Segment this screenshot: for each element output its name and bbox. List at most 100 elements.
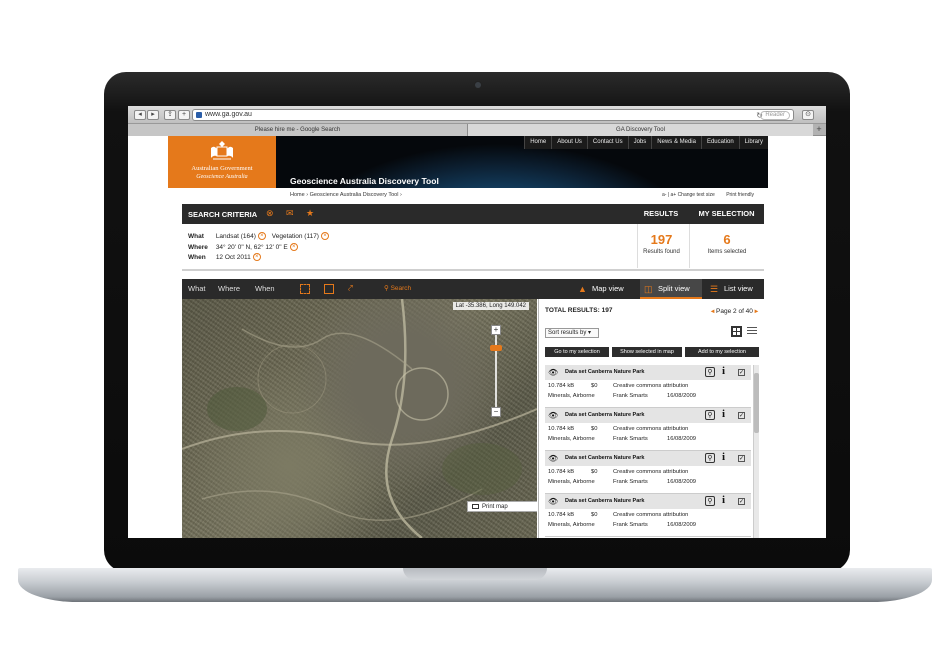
filter-where[interactable]: Where <box>218 279 240 299</box>
total-label: TOTAL RESULTS: <box>545 307 600 314</box>
list-view-icon[interactable] <box>747 327 757 336</box>
camera-icon <box>475 82 481 88</box>
criteria-when: When 12 Oct 2011 × <box>188 253 333 264</box>
result-title[interactable]: Data set Canberra Nature Park <box>565 412 644 418</box>
logo-line-2: Geoscience Australia <box>196 174 248 180</box>
forward-button[interactable]: ▸ <box>147 110 159 120</box>
result-card[interactable]: 👁 Data set Canberra Nature Park ⚲ i ✓ 10… <box>545 408 751 451</box>
eye-icon[interactable]: 👁 <box>548 454 558 463</box>
zoom-handle[interactable] <box>490 345 502 351</box>
result-card[interactable]: 👁 Data set Canberra Nature Park ⚲ i ✓ 10… <box>545 494 751 537</box>
go-to-selection-button[interactable]: Go to my selection <box>545 347 609 357</box>
satellite-map[interactable]: Lat -35.386, Long 149.042 + − Print map <box>182 299 537 538</box>
zoom-out-button[interactable]: − <box>491 407 501 417</box>
new-tab-button[interactable]: + <box>178 110 190 120</box>
gov-logo[interactable]: Australian Government Geoscience Austral… <box>168 136 276 188</box>
info-icon[interactable]: i <box>722 365 725 377</box>
remove-icon[interactable]: × <box>252 253 261 262</box>
sort-select[interactable]: Sort results by ▾ <box>545 328 599 338</box>
result-author: Frank Smarts <box>613 479 648 485</box>
browser-tab-active[interactable]: GA Discovery Tool <box>468 124 813 136</box>
map-view-button[interactable]: ▲ Map view <box>574 279 636 299</box>
polygon-icon[interactable] <box>324 284 334 294</box>
divider <box>182 269 764 271</box>
zoom-to-icon[interactable]: ⚲ <box>705 367 715 377</box>
filter-what[interactable]: What <box>188 279 206 299</box>
nav-jobs[interactable]: Jobs <box>627 136 652 149</box>
printer-icon <box>472 504 479 509</box>
nav-about[interactable]: About Us <box>551 136 587 149</box>
crest-icon <box>211 141 233 160</box>
nav-contact[interactable]: Contact Us <box>586 136 628 149</box>
breadcrumb-home[interactable]: Home <box>290 192 305 198</box>
result-card[interactable]: 👁 Data set Canberra Nature Park ⚲ i ✓ 10… <box>545 451 751 494</box>
remove-icon[interactable]: × <box>257 232 266 241</box>
info-icon[interactable]: i <box>722 494 725 506</box>
scroll-thumb[interactable] <box>754 373 759 433</box>
info-icon[interactable]: i <box>722 451 725 463</box>
next-page-icon[interactable]: ▸ <box>755 308 758 315</box>
criteria-value: Vegetation (117) <box>271 233 319 240</box>
result-title[interactable]: Data set Canberra Nature Park <box>565 455 644 461</box>
sort-label: Sort results by <box>548 330 587 336</box>
criteria-list: What Landsat (164) × Vegetation (117) × Wh… <box>188 232 333 264</box>
breadcrumb-current[interactable]: Geoscience Australia Discovery Tool <box>310 192 399 198</box>
prev-page-icon[interactable]: ◂ <box>711 308 714 315</box>
result-category: Minerals, Airborne <box>548 393 595 399</box>
eye-icon[interactable]: 👁 <box>548 497 558 506</box>
remove-icon[interactable]: × <box>320 232 329 241</box>
list-view-button[interactable]: ☰ List view <box>706 279 764 299</box>
add-to-selection-button[interactable]: Add to my selection <box>685 347 759 357</box>
zoom-to-icon[interactable]: ⚲ <box>705 453 715 463</box>
results-panel: TOTAL RESULTS: 197 ◂ Page 2 of 40 ▸ Sort… <box>538 299 764 538</box>
info-icon[interactable]: i <box>722 408 725 420</box>
show-selected-button[interactable]: Show selected in map <box>612 347 682 357</box>
eye-icon[interactable]: 👁 <box>548 368 558 377</box>
select-checkbox[interactable]: ✓ <box>738 455 745 462</box>
select-checkbox[interactable]: ✓ <box>738 369 745 376</box>
zoom-to-icon[interactable]: ⚲ <box>705 496 715 506</box>
tab-results[interactable]: RESULTS <box>637 204 685 228</box>
result-price: $0 <box>591 426 598 432</box>
share-button[interactable]: ⇪ <box>164 110 176 120</box>
email-icon[interactable]: ✉ <box>286 208 294 219</box>
zoom-to-icon[interactable]: ⚲ <box>705 410 715 420</box>
result-title[interactable]: Data set Canberra Nature Park <box>565 369 644 375</box>
grid-view-icon[interactable] <box>731 326 742 337</box>
search-button[interactable]: ⚲ Search <box>384 279 411 299</box>
result-card[interactable]: 👁 Data set Canberra Nature Park ⚲ i ✓ 10… <box>545 365 751 408</box>
select-area-icon[interactable] <box>300 284 310 294</box>
select-checkbox[interactable]: ✓ <box>738 498 745 505</box>
nav-news[interactable]: News & Media <box>651 136 701 149</box>
result-license: Creative commons attribution <box>613 426 689 432</box>
nav-library[interactable]: Library <box>738 136 768 149</box>
nav-home[interactable]: Home <box>524 136 551 149</box>
star-icon[interactable]: ★ <box>306 208 314 219</box>
clear-criteria-icon[interactable]: ⊗ <box>266 208 274 219</box>
result-size: 10.784 kB <box>548 383 575 389</box>
print-friendly-link[interactable]: Print friendly <box>726 192 754 198</box>
download-button[interactable]: ⊙ <box>802 110 814 120</box>
text-size-control[interactable]: a- | a+ Change text size <box>662 192 715 198</box>
reader-button[interactable]: Reader <box>760 111 790 120</box>
point-icon[interactable]: ⤤ <box>348 284 358 294</box>
nav-education[interactable]: Education <box>700 136 739 149</box>
results-scrollbar[interactable] <box>753 365 759 538</box>
back-button[interactable]: ◂ <box>134 110 146 120</box>
print-map-button[interactable]: Print map <box>467 501 537 512</box>
split-view-button[interactable]: ◫ Split view <box>640 279 702 299</box>
criteria-label: What <box>188 233 204 240</box>
select-checkbox[interactable]: ✓ <box>738 412 745 419</box>
browser-tab[interactable]: Please hire me - Google Search <box>128 124 468 136</box>
result-card-header: 👁 Data set Canberra Nature Park ⚲ i ✓ <box>545 494 751 509</box>
address-bar[interactable]: www.ga.gov.au ↻ Reader <box>192 109 794 121</box>
zoom-in-button[interactable]: + <box>491 325 501 335</box>
tab-my-selection[interactable]: MY SELECTION <box>689 204 764 228</box>
criteria-where: Where 34° 20' 0" N, 62° 12' 0" E × <box>188 242 333 254</box>
result-author: Frank Smarts <box>613 436 648 442</box>
add-tab-icon[interactable]: + <box>814 125 824 135</box>
result-title[interactable]: Data set Canberra Nature Park <box>565 498 644 504</box>
filter-when[interactable]: When <box>255 279 275 299</box>
remove-icon[interactable]: × <box>289 242 298 251</box>
eye-icon[interactable]: 👁 <box>548 411 558 420</box>
